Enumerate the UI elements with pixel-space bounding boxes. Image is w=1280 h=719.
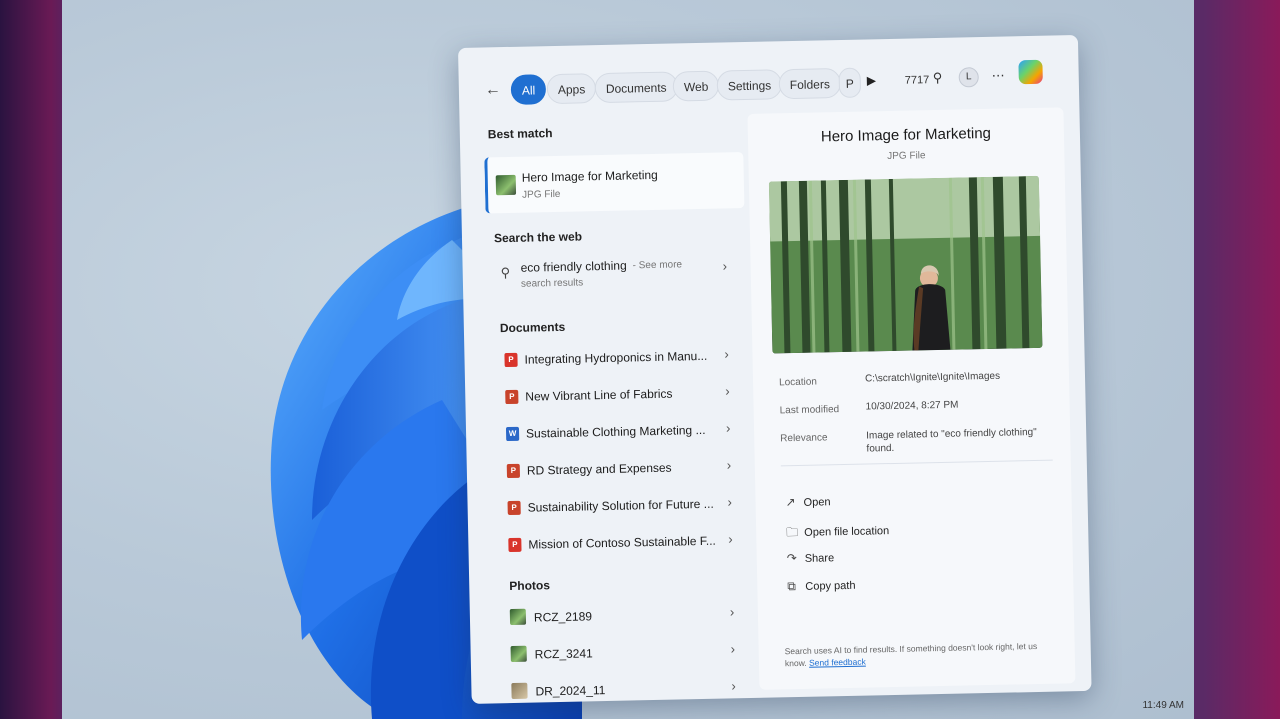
copy-path-label: Copy path [805, 579, 856, 593]
chevron-right-icon: › [729, 604, 735, 620]
tab-settings[interactable]: Settings [716, 69, 783, 101]
results-list: Best match Hero Image for Marketing JPG … [484, 122, 746, 700]
tab-web[interactable]: Web [672, 70, 720, 102]
chevron-right-icon: › [725, 383, 730, 399]
relevance-label: Relevance [780, 432, 828, 445]
location-label: Location [778, 376, 818, 389]
copilot-icon[interactable] [1018, 59, 1043, 85]
list-item[interactable]: P RD Strategy and Expenses › [491, 449, 748, 486]
list-item[interactable]: W Sustainable Clothing Marketing ... › [490, 412, 747, 449]
chevron-right-icon: › [727, 494, 733, 510]
tab-folders[interactable]: Folders [778, 67, 842, 100]
web-sub: search results [520, 277, 584, 290]
preview-image[interactable] [768, 175, 1043, 354]
open-file-location-label: Open file location [804, 525, 890, 539]
photo-thumbnail [509, 608, 527, 626]
list-item[interactable]: P New Vibrant Line of Fabrics › [489, 375, 746, 412]
relevance-value: Image related to "eco friendly clothing"… [866, 426, 1037, 455]
list-item[interactable]: RCZ_2189 › [494, 596, 751, 635]
tab-documents[interactable]: Documents [594, 71, 678, 104]
powerpoint-file-icon: P [506, 463, 521, 479]
open-action[interactable]: ↗ Open [785, 494, 830, 509]
avatar[interactable]: L [958, 67, 979, 88]
chevron-right-icon: › [724, 346, 729, 362]
open-file-location-action[interactable]: 🗀 Open file location [786, 521, 889, 544]
image-thumbnail [495, 174, 517, 196]
chevron-right-icon: › [725, 420, 731, 436]
section-search-web: Search the web [493, 229, 583, 246]
copy-icon: ⧉ [787, 579, 797, 594]
share-action[interactable]: ↷ Share [787, 550, 835, 565]
divider [780, 459, 1053, 467]
section-documents: Documents [499, 319, 566, 336]
open-label: Open [803, 496, 831, 509]
powerpoint-file-icon: P [505, 389, 519, 405]
preview-subtitle: JPG File [887, 150, 926, 163]
web-query: eco friendly clothing [520, 258, 627, 275]
web-see-more: - See more [632, 259, 683, 272]
list-item[interactable]: P Integrating Hydroponics in Manu... › [488, 338, 745, 375]
bamboo-forest-photo [768, 175, 1043, 354]
copy-path-action[interactable]: ⧉ Copy path [787, 578, 855, 594]
chevron-right-icon: › [726, 457, 732, 473]
tab-apps[interactable]: Apps [546, 73, 597, 105]
document-title: Mission of Contoso Sustainable F... [528, 533, 716, 552]
preview-pane: Hero Image for Marketing JPG File Locati… [747, 107, 1076, 690]
photo-thumbnail [511, 682, 528, 700]
folder-icon: 🗀 [786, 524, 799, 540]
best-match-subtitle: JPG File [521, 188, 561, 201]
taskbar-clock[interactable]: 11:49 AM [1142, 700, 1184, 711]
share-label: Share [804, 552, 835, 565]
more-options-icon[interactable]: ⋯ [992, 68, 1005, 84]
chevron-right-icon: › [722, 258, 728, 274]
search-panel: ← All Apps Documents Web Settings Folder… [458, 35, 1092, 704]
document-title: RD Strategy and Expenses [526, 460, 672, 478]
photo-thumbnail [510, 645, 527, 663]
open-external-icon: ↗ [785, 495, 796, 510]
pdf-file-icon: P [508, 537, 522, 553]
document-title: Sustainable Clothing Marketing ... [525, 422, 706, 441]
trophy-icon[interactable]: ⚲ [933, 70, 943, 86]
document-title: New Vibrant Line of Fabrics [525, 386, 673, 404]
rewards-points: 7717 [904, 74, 930, 87]
photo-title: RCZ_3241 [534, 646, 593, 662]
modified-value: 10/30/2024, 8:27 PM [865, 399, 959, 413]
ai-disclaimer: Search uses AI to find results. If somet… [785, 640, 1055, 670]
document-title: Integrating Hydroponics in Manu... [524, 348, 708, 367]
back-arrow-icon[interactable]: ← [485, 81, 501, 99]
chevron-right-icon: › [728, 531, 733, 547]
share-icon: ↷ [786, 551, 797, 566]
best-match-title: Hero Image for Marketing [521, 167, 658, 185]
chevron-right-icon: › [730, 641, 736, 657]
list-item[interactable]: RCZ_3241 › [494, 633, 751, 672]
send-feedback-link[interactable]: Send feedback [809, 657, 866, 668]
search-icon: ⚲ [500, 264, 511, 281]
modified-label: Last modified [779, 404, 840, 417]
photo-title: DR_2024_11 [535, 683, 606, 699]
pdf-file-icon: P [504, 352, 518, 368]
section-photos: Photos [509, 578, 551, 594]
list-item[interactable]: DR_2024_11 › [495, 670, 752, 704]
preview-title: Hero Image for Marketing [820, 124, 992, 146]
powerpoint-file-icon: P [507, 500, 521, 516]
web-search-item[interactable]: ⚲ eco friendly clothing - See more searc… [486, 246, 743, 291]
tab-all[interactable]: All [510, 74, 547, 105]
list-item[interactable]: P Sustainability Solution for Future ...… [491, 486, 748, 523]
word-file-icon: W [505, 426, 520, 442]
best-match-item[interactable]: Hero Image for Marketing JPG File [484, 152, 745, 214]
photo-title: RCZ_2189 [533, 609, 593, 625]
document-title: Sustainability Solution for Future ... [527, 496, 714, 515]
search-filter-bar: ← All Apps Documents Web Settings Folder… [458, 35, 1079, 112]
chevron-right-icon: › [731, 678, 736, 694]
scroll-tabs-play-icon[interactable]: ▶ [867, 73, 877, 87]
location-value: C:\scratch\Ignite\Ignite\Images [864, 370, 1001, 385]
section-best-match: Best match [487, 126, 553, 142]
tab-more-partial[interactable]: P [838, 67, 862, 99]
list-item[interactable]: P Mission of Contoso Sustainable F... › [492, 523, 749, 560]
